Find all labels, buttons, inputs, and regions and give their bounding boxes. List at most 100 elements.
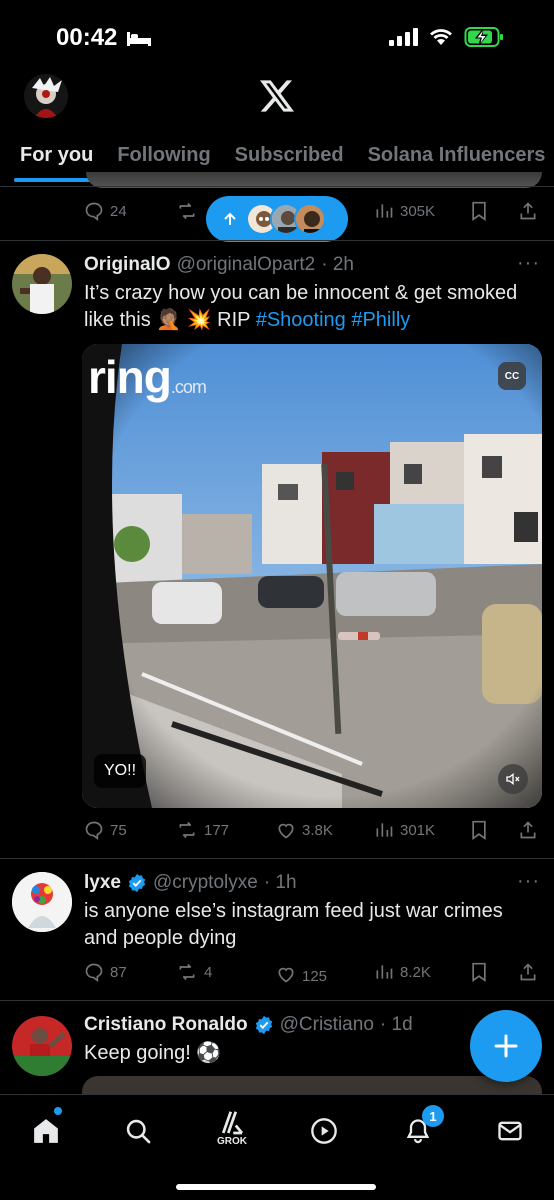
- repost-button[interactable]: 4: [176, 962, 212, 982]
- home-indicator[interactable]: [176, 1184, 376, 1190]
- repost-button[interactable]: 177: [176, 820, 229, 840]
- more-options-icon[interactable]: ···: [517, 870, 540, 893]
- avatar: [294, 203, 326, 235]
- nav-messages[interactable]: [490, 1111, 530, 1151]
- post-time: · 1h: [263, 872, 297, 893]
- author-handle[interactable]: @originalOpart2: [177, 254, 316, 276]
- like-count: 125: [302, 968, 328, 985]
- video-caption-button[interactable]: YO!!: [94, 754, 147, 788]
- share-button[interactable]: [518, 820, 538, 840]
- views-icon: [376, 823, 393, 837]
- ring-brand: ring: [88, 351, 172, 403]
- bookmark-button[interactable]: [470, 962, 488, 982]
- repost-icon: [179, 821, 195, 839]
- sleep-mode-icon: [126, 30, 152, 53]
- author-handle[interactable]: @Cristiano: [280, 1014, 374, 1036]
- post-text: It’s crazy how you can be innocent & get…: [84, 280, 524, 334]
- status-icons: [388, 26, 504, 48]
- post-header: OriginalO @originalOpart2 · 2h: [84, 254, 354, 276]
- repost-icon: [179, 202, 195, 220]
- search-icon: [126, 1119, 151, 1144]
- share-button[interactable]: [518, 201, 538, 221]
- reply-icon: [85, 963, 103, 982]
- share-button[interactable]: [518, 962, 538, 982]
- verified-badge-icon: [128, 873, 146, 893]
- cellular-signal-icon: [389, 28, 418, 46]
- new-posts-avatars: [246, 203, 326, 235]
- share-icon: [520, 821, 536, 839]
- repost-count: 177: [204, 821, 230, 839]
- share-icon: [520, 963, 536, 981]
- ring-logo: ring.com: [88, 350, 207, 404]
- play-circle-icon: [311, 1118, 337, 1144]
- captions-button[interactable]: CC: [498, 362, 526, 390]
- reply-button[interactable]: 87: [84, 962, 127, 982]
- reply-count: 87: [110, 963, 127, 981]
- post-time: · 1d: [379, 1014, 413, 1035]
- battery-charging-icon: [464, 27, 503, 47]
- post-text: is anyone else’s instagram feed just war…: [84, 900, 503, 949]
- post-text: Keep going! ⚽: [84, 1042, 222, 1064]
- author-name[interactable]: Cristiano Ronaldo: [84, 1014, 248, 1036]
- bookmark-icon: [472, 201, 486, 221]
- views-count: 305K: [400, 202, 436, 220]
- post-header: lyxe @cryptolyxe · 1h: [84, 872, 297, 894]
- reply-button[interactable]: 75: [84, 820, 127, 840]
- post-divider: [0, 858, 554, 859]
- notifications-badge: 1: [422, 1105, 444, 1127]
- post-header: Cristiano Ronaldo @Cristiano · 1d: [84, 1014, 413, 1036]
- volume-muted-icon: [506, 772, 520, 786]
- home-icon: [34, 1119, 58, 1143]
- nav-home[interactable]: [26, 1111, 66, 1151]
- post-divider: [0, 1000, 554, 1001]
- bookmark-icon: [472, 962, 486, 982]
- grok-label: GROK: [217, 1135, 247, 1147]
- heart-icon: [278, 823, 294, 839]
- bookmark-button[interactable]: [470, 201, 488, 221]
- verified-badge-icon: [255, 1015, 272, 1035]
- bookmark-icon: [472, 820, 486, 840]
- views-button[interactable]: 305K: [374, 201, 435, 221]
- views-button[interactable]: 8.2K: [374, 962, 431, 982]
- new-posts-pill[interactable]: [206, 196, 348, 242]
- avatar[interactable]: [12, 872, 72, 932]
- home-unread-dot: [54, 1107, 62, 1115]
- avatar[interactable]: [12, 1016, 72, 1076]
- tabs-divider: [0, 186, 554, 187]
- like-button[interactable]: 3.8K: [276, 820, 333, 840]
- heart-icon: [278, 967, 294, 982]
- arrow-up-icon: [224, 212, 236, 225]
- post-media[interactable]: [82, 1076, 542, 1096]
- reply-button[interactable]: 24: [84, 201, 127, 221]
- nav-search[interactable]: [118, 1111, 158, 1151]
- nav-grok[interactable]: GROK: [212, 1107, 252, 1147]
- mute-button[interactable]: [498, 764, 528, 794]
- post-divider: [0, 240, 554, 241]
- more-options-icon[interactable]: ···: [517, 252, 540, 275]
- author-handle[interactable]: @cryptolyxe: [153, 872, 258, 894]
- compose-button[interactable]: [470, 1010, 542, 1082]
- like-button[interactable]: 125: [276, 962, 327, 985]
- plus-icon: [494, 1034, 518, 1058]
- author-name[interactable]: OriginalO: [84, 254, 171, 276]
- x-logo-icon[interactable]: [260, 80, 294, 117]
- nav-video[interactable]: [304, 1111, 344, 1151]
- video-frame: [82, 344, 542, 808]
- mail-icon: [498, 1121, 522, 1141]
- author-name[interactable]: lyxe: [84, 872, 121, 894]
- views-button[interactable]: 301K: [374, 820, 435, 840]
- repost-button[interactable]: [176, 201, 198, 221]
- hashtag-link[interactable]: #Philly: [351, 309, 410, 331]
- avatar[interactable]: [12, 254, 72, 314]
- repost-count: 4: [204, 963, 213, 981]
- post-time: · 2h: [321, 254, 354, 275]
- reply-icon: [85, 821, 103, 840]
- profile-avatar[interactable]: [24, 74, 68, 118]
- post-video[interactable]: ring.com CC YO!!: [82, 344, 542, 808]
- views-count: 8.2K: [400, 963, 431, 981]
- status-time: 00:42: [56, 24, 118, 51]
- views-icon: [376, 204, 393, 218]
- bookmark-button[interactable]: [470, 820, 488, 840]
- hashtag-link[interactable]: #Shooting: [256, 309, 346, 331]
- like-count: 3.8K: [302, 821, 333, 839]
